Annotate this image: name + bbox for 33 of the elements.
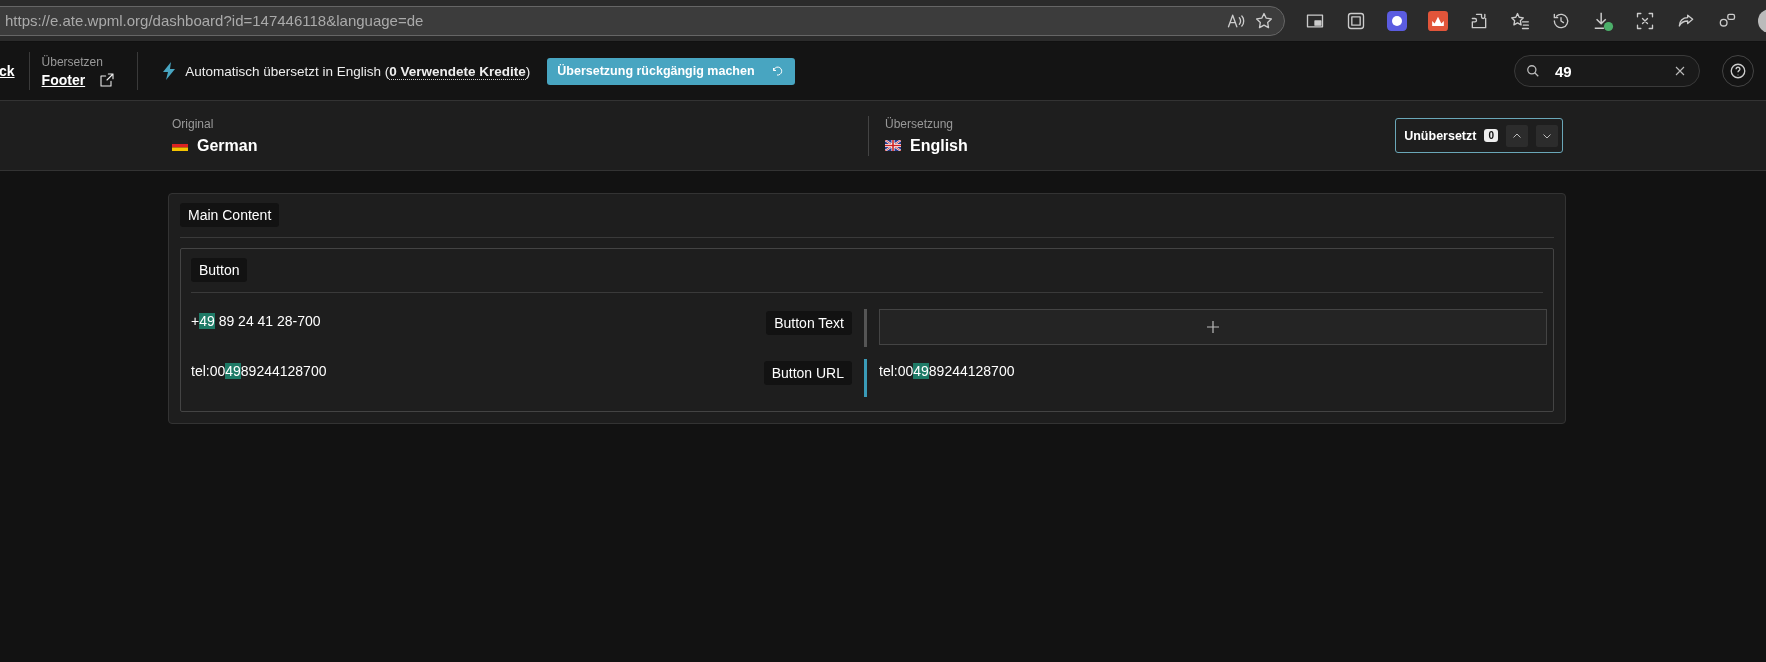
group-title: Button — [191, 258, 248, 282]
search-field[interactable]: 49 — [1514, 55, 1700, 87]
search-icon — [1526, 64, 1540, 78]
document-link[interactable]: Footer — [41, 71, 86, 88]
source-text: +49 89 24 41 28-700 — [191, 312, 322, 329]
field-label: Button Text — [766, 311, 852, 335]
favorite-star-icon[interactable] — [1254, 10, 1274, 31]
target-language: English — [910, 136, 968, 155]
section-title: Main Content — [180, 203, 280, 227]
flag-icon — [885, 140, 901, 151]
credits-link[interactable]: 0 Verwendete Kredite — [389, 63, 526, 80]
source-language-label: Original — [172, 116, 215, 131]
source-text: tel:004989244128700 — [191, 362, 328, 379]
field-label: Button URL — [763, 361, 852, 385]
source-language: German — [197, 136, 258, 155]
clear-icon[interactable] — [1674, 65, 1686, 77]
undo-icon — [770, 65, 783, 77]
window-frame-icon[interactable] — [1346, 10, 1366, 31]
external-link-icon[interactable] — [99, 71, 116, 88]
lightning-icon — [162, 62, 177, 80]
translation-text[interactable]: tel:004989244128700 — [879, 359, 1543, 379]
extension-icon[interactable] — [1428, 10, 1448, 31]
plus-icon — [1207, 321, 1219, 333]
extension-icon[interactable] — [1387, 10, 1407, 31]
section-label: Übersetzen — [41, 54, 104, 69]
back-link[interactable]: ck — [0, 63, 29, 79]
help-icon — [1729, 62, 1747, 80]
untranslated-count: 0 — [1484, 129, 1498, 142]
auto-translation-status: Automatisch übersetzt in English (0 Verwendete Kredite) — [185, 63, 531, 79]
untranslated-filter[interactable]: Unübersetzt — [1404, 128, 1477, 143]
favorites-list-icon[interactable] — [1510, 10, 1530, 31]
target-language-label: Übersetzung — [885, 116, 955, 131]
screenshot-icon[interactable] — [1635, 10, 1655, 31]
